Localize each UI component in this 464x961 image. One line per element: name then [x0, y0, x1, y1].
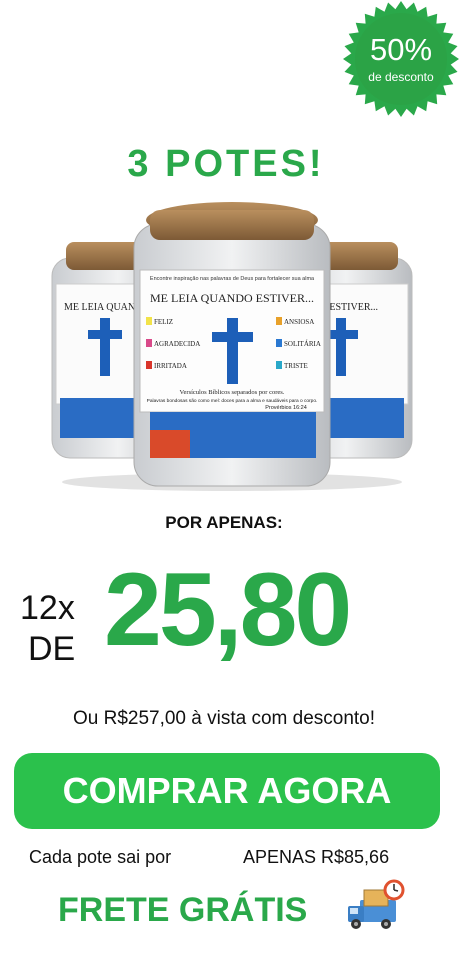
mood-color-marker	[146, 361, 152, 369]
installments-count: 12x	[20, 589, 75, 627]
por-apenas-label: POR APENAS:	[165, 513, 283, 532]
mood-color-marker	[276, 317, 282, 325]
discount-badge: 50% de desconto	[342, 0, 460, 118]
jar-center: Encontre inspiração nas palavras de Deus…	[133, 202, 331, 487]
mood-label: SOLITÁRIA	[284, 340, 321, 348]
mood-color-marker	[276, 339, 282, 347]
mood-label: TRISTE	[284, 362, 308, 370]
installments-de: DE	[28, 630, 76, 668]
delivery-truck-icon	[348, 879, 405, 929]
discount-label: de desconto	[368, 70, 434, 84]
per-pot-price: APENAS R$85,66	[243, 847, 390, 867]
mood-color-marker	[146, 339, 152, 347]
cash-price-text: Ou R$257,00 à vista com desconto!	[72, 708, 376, 729]
svg-text:Versículos Bíblicos separados: Versículos Bíblicos separados por cores.	[180, 389, 285, 396]
svg-text:Provérbios 16:24: Provérbios 16:24	[265, 405, 307, 411]
svg-text:Encontre inspiração nas palavr: Encontre inspiração nas palavras de Deus…	[150, 276, 315, 282]
mood-label: IRRITADA	[154, 362, 187, 370]
mood-color-marker	[146, 317, 152, 325]
mood-label: AGRADECIDA	[154, 340, 200, 348]
mood-label: FELIZ	[154, 318, 173, 326]
headline: 3 POTES!	[127, 143, 325, 185]
mood-color-marker	[276, 361, 282, 369]
svg-text:ME LEIA QUANDO ESTIVER...: ME LEIA QUANDO ESTIVER...	[150, 291, 314, 305]
discount-percent: 50%	[369, 32, 433, 67]
per-pot-label: Cada pote sai por	[29, 847, 172, 867]
free-shipping-label: FRETE GRÁTIS	[58, 891, 308, 929]
installment-price: 25,80	[104, 552, 352, 668]
product-jars-image: ME LEIA QUANDO ANDO ESTIVER... Encontre …	[51, 202, 413, 491]
buy-now-button[interactable]: COMPRAR AGORA	[14, 753, 440, 829]
mood-label: ANSIOSA	[284, 318, 314, 326]
svg-text:Palavras bondosas são como mel: Palavras bondosas são como mel: doces pa…	[147, 398, 318, 404]
